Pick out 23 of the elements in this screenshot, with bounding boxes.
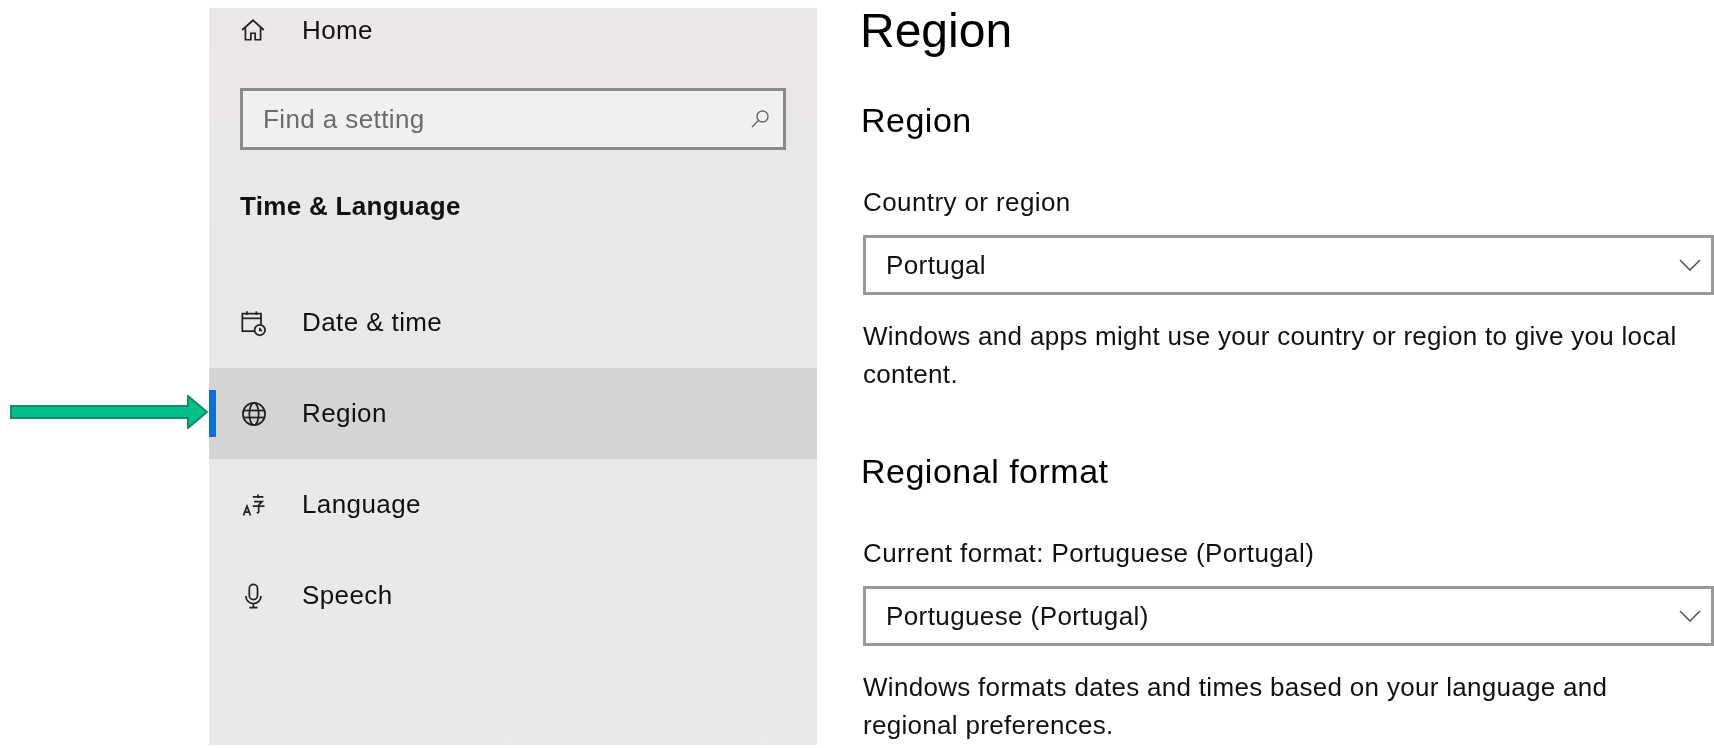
selection-indicator xyxy=(209,390,216,437)
nav-item[interactable]: Language xyxy=(209,459,817,550)
nav-item[interactable]: Speech xyxy=(209,550,817,641)
dropdown[interactable]: Portugal xyxy=(863,235,1714,295)
search-field[interactable]: Find a setting xyxy=(240,88,786,150)
nav-item[interactable]: Region xyxy=(209,368,817,459)
nav-item[interactable]: Date & time xyxy=(209,277,817,368)
globe-icon xyxy=(240,399,268,428)
page-title: Region xyxy=(860,6,1014,56)
home-icon xyxy=(240,17,266,43)
field-label: Current format: Portuguese (Portugal) xyxy=(863,538,1316,568)
description-text: Windows and apps might use your country or region to give you local content. xyxy=(863,320,1678,391)
description-text: Windows formats dates and times based on your language and regional preferences. xyxy=(863,671,1609,742)
section-heading: Regional format xyxy=(861,451,1110,491)
section-heading: Region xyxy=(861,100,973,140)
search-icon xyxy=(750,109,770,129)
field-label: Country or region xyxy=(863,187,1072,217)
chevron-down-icon xyxy=(1679,610,1701,622)
dropdown[interactable]: Portuguese (Portugal) xyxy=(863,586,1714,646)
calendar-clock-icon xyxy=(240,308,268,337)
chevron-down-icon xyxy=(1679,259,1701,271)
section-title: Time & Language xyxy=(240,190,462,223)
home-link[interactable]: Home xyxy=(209,8,817,52)
